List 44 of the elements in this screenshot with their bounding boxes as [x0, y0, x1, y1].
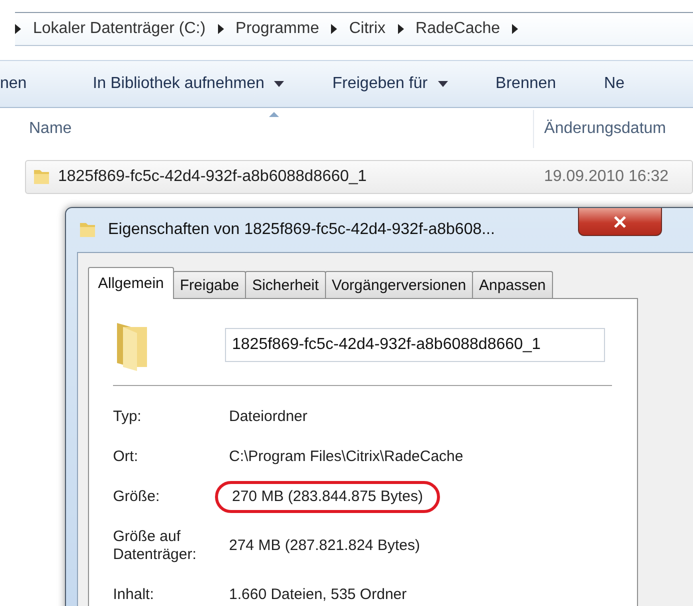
tab[interactable]: Freigabe	[172, 271, 246, 298]
folder-icon	[78, 220, 98, 240]
circled-property-value: 270 MB (283.844.875 Bytes)	[215, 481, 440, 513]
window-title: Eigenschaften von 1825f869-fc5c-42d4-932f-a8b608...	[108, 221, 495, 239]
breadcrumb-item[interactable]: Citrix	[347, 20, 388, 38]
tab[interactable]: Allgemein	[88, 267, 174, 299]
file-date: 19.09.2010 16:32	[544, 168, 669, 186]
chevron-icon	[15, 24, 21, 34]
toolbar-button[interactable]: In Bibliothek aufnehmen	[92, 75, 308, 93]
file-name: 1825f869-fc5c-42d4-932f-a8b6088d8660_1	[58, 168, 367, 186]
property-value: C:\Program Files\Citrix\RadeCache	[229, 448, 464, 466]
sort-arrow-icon	[269, 112, 280, 117]
property-value: 274 MB (287.821.824 Bytes)	[229, 537, 420, 555]
close-icon	[613, 216, 627, 228]
chevron-icon	[398, 24, 404, 34]
tab[interactable]: Anpassen	[472, 271, 553, 298]
file-row[interactable]: 1825f869-fc5c-42d4-932f-a8b6088d8660_1 19.09.2010 16:32	[25, 160, 693, 194]
close-button[interactable]	[578, 208, 662, 236]
column-header-cell[interactable]: Name	[15, 110, 534, 148]
chevron-icon	[331, 24, 338, 34]
property-value: 1.660 Dateien, 535 Ordner	[229, 586, 407, 604]
caret-icon	[274, 81, 284, 87]
property-label: Typ:	[113, 408, 142, 426]
toolbar-button[interactable]: Ne	[604, 75, 648, 93]
property-label: Ort:	[113, 448, 139, 466]
toolbar-button[interactable]: Brennen	[496, 75, 580, 93]
toolbar-button[interactable]: Freigeben für	[332, 75, 472, 93]
property-label: Inhalt:	[113, 586, 155, 604]
toolbar-button[interactable]: nen	[0, 75, 51, 93]
tab[interactable]: Vorgängerversionen	[324, 271, 474, 298]
tab[interactable]: Sicherheit	[245, 271, 326, 298]
caret-icon	[438, 81, 448, 87]
property-label: Größe auf Datenträger:	[113, 528, 198, 564]
folder-icon	[32, 167, 52, 187]
property-value: Dateiordner	[229, 408, 308, 426]
column-header-cell[interactable]: Änderungsdatum	[534, 110, 693, 148]
breadcrumb-item[interactable]: RadeCache	[414, 20, 502, 38]
name-field[interactable]: 1825f869-fc5c-42d4-932f-a8b6088d8660_1	[225, 328, 605, 362]
property-label: Größe:	[113, 488, 161, 506]
breadcrumb-item[interactable]: Lokaler Datenträger (C:)	[31, 20, 208, 38]
chevron-icon	[218, 24, 224, 34]
breadcrumb-item[interactable]: Programme	[234, 20, 322, 38]
address-bar[interactable]: Lokaler Datenträger (C:) Programme Citrix RadeCache	[15, 12, 693, 46]
chevron-icon	[512, 24, 518, 34]
